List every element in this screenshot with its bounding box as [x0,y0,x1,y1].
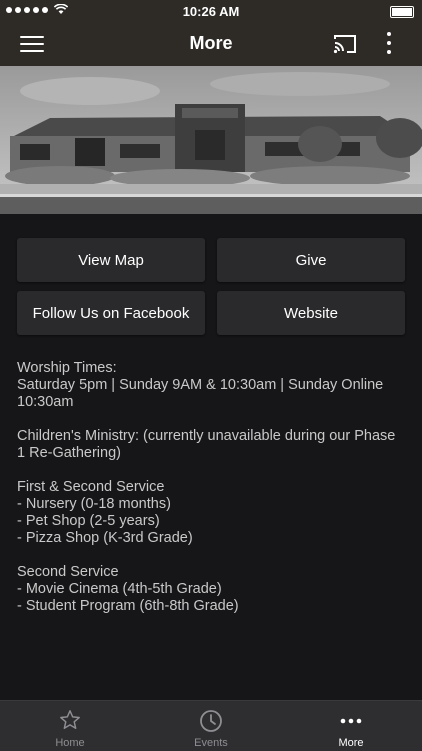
childrens-ministry-text: Children's Ministry: (currently unavaila… [17,428,396,461]
cast-icon[interactable] [333,33,357,55]
first-second-service-text: First & Second Service - Nursery (0-18 m… [17,479,193,546]
view-map-button[interactable]: View Map [17,238,205,282]
tab-home-label: Home [55,737,85,749]
info-text: Worship Times: Saturday 5pm | Sunday 9AM… [17,360,407,632]
facebook-button[interactable]: Follow Us on Facebook [17,291,205,335]
tab-bar: Home Events More [0,700,422,751]
second-service-text: Second Service - Movie Cinema (4th-5th G… [17,564,239,614]
tab-events-label: Events [194,737,228,749]
tab-events[interactable]: Events [141,701,281,751]
overflow-menu-icon[interactable] [386,32,392,56]
nav-bar: More [0,22,422,66]
more-dots-icon [340,718,362,724]
worship-times-text: Worship Times: Saturday 5pm | Sunday 9AM… [17,360,384,410]
clock-icon [200,710,222,732]
status-time: 10:26 AM [182,4,240,19]
status-bar: 10:26 AM [0,0,422,22]
give-button[interactable]: Give [217,238,405,282]
page-title: More [189,33,233,53]
website-button[interactable]: Website [217,291,405,335]
tab-more-label: More [338,737,364,749]
tab-more[interactable]: More [281,701,421,751]
tab-home[interactable]: Home [0,701,140,751]
star-icon [60,710,80,729]
church-building-photo [0,66,422,214]
battery-icon [390,6,414,18]
